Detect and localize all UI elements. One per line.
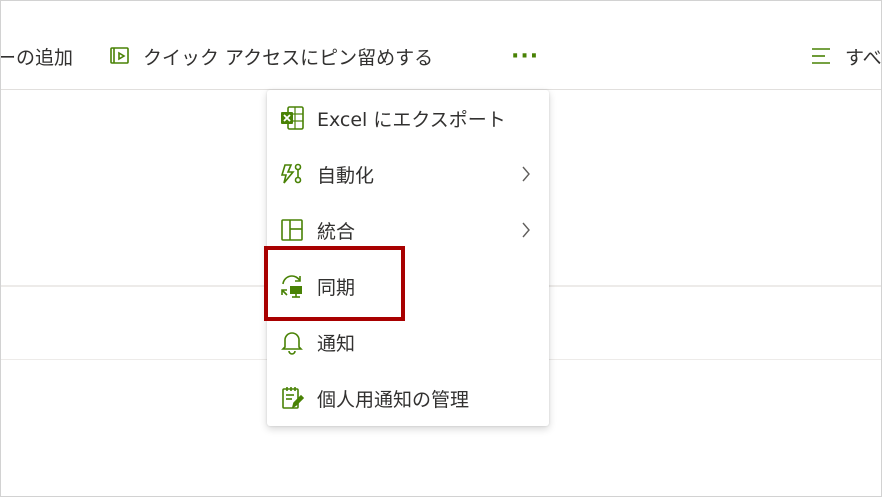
menu-item-automate[interactable]: 自動化 (267, 146, 549, 202)
command-bar: ーの追加 クイック アクセスにピン留めする ··· すべ (1, 1, 881, 90)
chevron-right-icon (521, 221, 531, 244)
menu-item-label: 自動化 (317, 164, 375, 187)
add-label: ーの追加 (0, 46, 74, 69)
integrate-icon (279, 217, 305, 243)
chevron-right-icon (521, 165, 531, 188)
bell-icon (279, 329, 305, 355)
view-selector-button[interactable]: すべ (809, 41, 882, 71)
excel-icon (279, 105, 305, 131)
automate-icon (279, 161, 305, 187)
manage-notifications-icon (279, 385, 305, 411)
pin-icon (107, 43, 133, 69)
menu-item-label: 通知 (317, 332, 356, 355)
pin-label: クイック アクセスにピン留めする (143, 46, 434, 69)
menu-item-label: 個人用通知の管理 (317, 388, 470, 411)
menu-item-export-excel[interactable]: Excel にエクスポート (267, 90, 549, 146)
more-options-button[interactable]: ··· (511, 41, 539, 71)
more-label: ··· (511, 43, 540, 69)
menu-item-notify[interactable]: 通知 (267, 314, 549, 370)
pin-to-quick-access-button[interactable]: クイック アクセスにピン留めする (107, 41, 433, 71)
add-command[interactable]: ーの追加 (0, 41, 74, 71)
highlight-box (264, 246, 405, 321)
list-lines-icon (809, 43, 835, 69)
view-label: すべ (845, 46, 882, 69)
menu-item-manage-notifications[interactable]: 個人用通知の管理 (267, 370, 549, 426)
menu-item-label: 統合 (317, 220, 356, 243)
menu-item-label: Excel にエクスポート (317, 108, 506, 131)
screenshot-frame: ーの追加 クイック アクセスにピン留めする ··· すべ Excel にエクスポ… (0, 0, 882, 497)
